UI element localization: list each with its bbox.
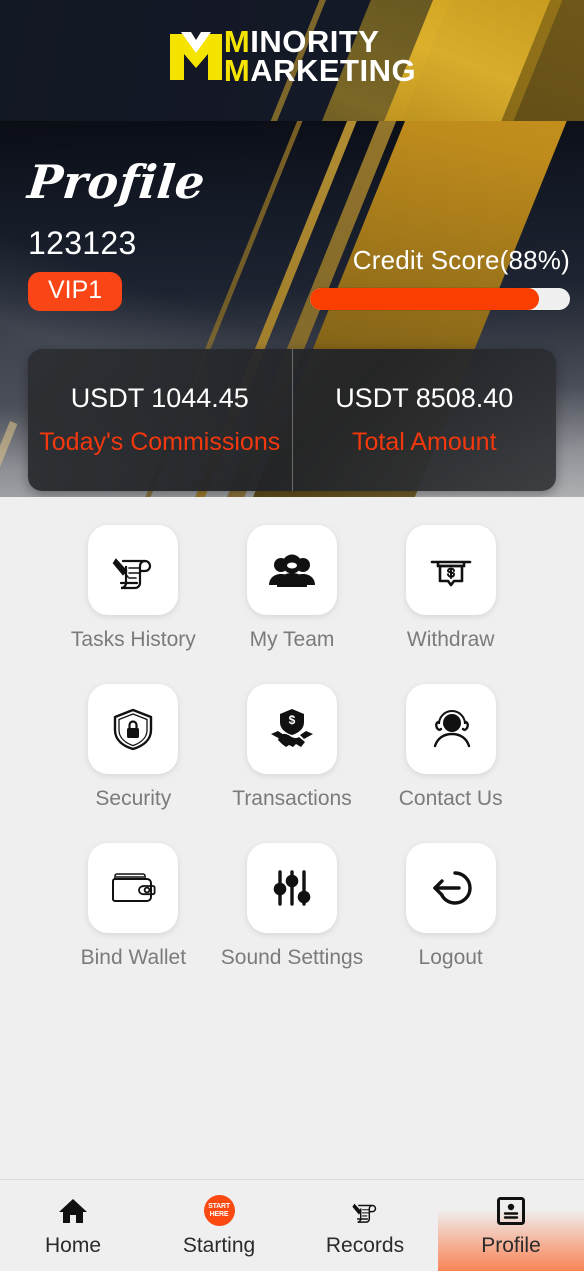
menu-item-logout[interactable]: Logout [376, 843, 526, 970]
start-badge-line1: START [208, 1203, 230, 1211]
menu-item-contact-us[interactable]: Contact Us [376, 684, 526, 811]
people-group-icon [246, 525, 337, 615]
app-header: M INORITY M ARKETING [0, 0, 584, 121]
profile-hero: Profile 123123 VIP1 Credit Score(88%) US… [0, 121, 584, 497]
tab-label: Profile [481, 1233, 541, 1257]
scroll-quill-icon [88, 525, 179, 615]
brand-logo[interactable]: M INORITY M ARKETING [0, 26, 584, 88]
tab-label: Home [44, 1233, 102, 1257]
home-icon [58, 1194, 88, 1228]
menu-item-bind-wallet[interactable]: Bind Wallet [58, 843, 208, 970]
credit-score-label: Credit Score(88%) [352, 245, 570, 275]
menu-item-sound-settings[interactable]: Sound Settings [217, 843, 367, 970]
sliders-icon [246, 843, 337, 933]
menu-item-label: My Team [249, 628, 335, 651]
atm-cash-dollar-icon [405, 525, 496, 615]
start-here-badge-icon: START HERE [203, 1194, 235, 1228]
menu-item-my-team[interactable]: My Team [217, 525, 367, 652]
stats-card: USDT 1044.45 Today's Commissions USDT 85… [28, 349, 556, 491]
brand-line2-rest: ARKETING [250, 53, 417, 88]
tab-home[interactable]: Home [0, 1180, 146, 1271]
menu-item-label: Contact Us [398, 787, 503, 810]
brand-wordmark: M INORITY M ARKETING [223, 26, 417, 88]
menu-item-label: Tasks History [70, 628, 196, 651]
menu-item-label: Security [95, 787, 172, 810]
brand-line2-initial: M [223, 53, 251, 88]
tab-label: Records [325, 1233, 405, 1257]
menu-item-security[interactable]: Security [58, 684, 208, 811]
vip-badge[interactable]: VIP1 [28, 272, 123, 311]
menu-item-label: Transactions [232, 787, 352, 810]
stat-today-commissions[interactable]: USDT 1044.45 Today's Commissions [28, 349, 292, 491]
wallet-icon [88, 843, 179, 933]
headset-support-icon [405, 684, 496, 774]
stat-value: USDT 1044.45 [70, 383, 249, 413]
credit-score-bar [310, 288, 570, 310]
menu-item-label: Sound Settings [220, 946, 364, 969]
stat-label: Today's Commissions [39, 428, 281, 456]
menu-item-label: Logout [418, 946, 483, 969]
handshake-shield-dollar-icon: $ [246, 684, 337, 774]
mm-monogram-icon [168, 28, 224, 86]
menu-section: Tasks History My Team Withdraw Security … [0, 497, 584, 1179]
stat-value: USDT 8508.40 [335, 383, 514, 413]
menu-grid: Tasks History My Team Withdraw Security … [0, 497, 584, 970]
stat-total-amount[interactable]: USDT 8508.40 Total Amount [291, 349, 557, 491]
menu-item-withdraw[interactable]: Withdraw [376, 525, 526, 652]
bottom-navigation: Home START HERE Starting Records Profile [0, 1179, 584, 1271]
menu-item-tasks-history[interactable]: Tasks History [58, 525, 208, 652]
app-screen: M INORITY M ARKETING Profile 123123 VIP1 [0, 0, 584, 1271]
menu-item-label: Withdraw [406, 628, 495, 651]
shield-lock-icon [88, 684, 179, 774]
start-badge-line2: HERE [209, 1210, 229, 1218]
scroll-quill-icon [349, 1194, 381, 1228]
logout-arrow-icon [405, 843, 496, 933]
id-card-icon [496, 1194, 526, 1228]
page-title: Profile [25, 155, 208, 209]
tab-label: Starting [182, 1233, 256, 1257]
menu-item-label: Bind Wallet [80, 946, 187, 969]
menu-item-transactions[interactable]: $ Transactions [217, 684, 367, 811]
tab-starting[interactable]: START HERE Starting [146, 1180, 292, 1271]
svg-text:$: $ [289, 713, 296, 727]
stat-label: Total Amount [351, 428, 497, 456]
tab-records[interactable]: Records [292, 1180, 438, 1271]
credit-score-widget: Credit Score(88%) [310, 245, 570, 310]
tab-profile[interactable]: Profile [438, 1180, 584, 1271]
credit-score-fill [310, 288, 539, 310]
